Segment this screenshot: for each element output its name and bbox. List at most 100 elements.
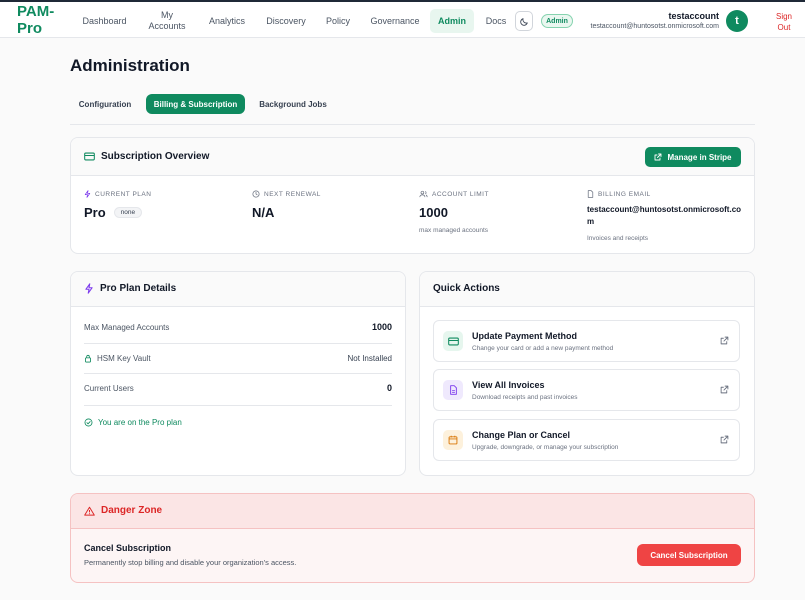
avatar[interactable]: t <box>726 10 748 32</box>
external-link-icon <box>720 385 729 394</box>
update-payment-method-action[interactable]: Update Payment Method Change your card o… <box>433 320 740 362</box>
plan-details-card: Pro Plan Details Max Managed Accounts 10… <box>70 271 406 476</box>
nav-governance[interactable]: Governance <box>364 9 426 33</box>
plan-status: You are on the Pro plan <box>84 418 182 427</box>
lock-icon <box>85 354 91 362</box>
card-header: Pro Plan Details <box>71 272 405 307</box>
action-desc: Change your card or add a new payment me… <box>472 345 614 352</box>
document-icon <box>449 385 457 395</box>
credit-card-icon <box>447 337 459 345</box>
danger-zone-title: Danger Zone <box>84 505 162 516</box>
external-link-icon <box>720 435 729 444</box>
nav-discovery[interactable]: Discovery <box>259 9 313 33</box>
view-invoices-action[interactable]: View All Invoices Download receipts and … <box>433 369 740 411</box>
account-limit-label-text: ACCOUNT LIMIT <box>432 190 489 198</box>
action-desc: Download receipts and past invoices <box>472 394 578 401</box>
theme-toggle-button[interactable] <box>515 11 533 31</box>
calendar-icon <box>448 435 458 445</box>
next-renewal-label: NEXT RENEWAL <box>252 190 321 198</box>
row-value: Not Installed <box>347 353 392 363</box>
lightning-icon <box>85 283 93 294</box>
users-icon <box>419 190 428 198</box>
external-link-icon <box>655 153 662 161</box>
nav-policy[interactable]: Policy <box>320 9 356 33</box>
tab-configuration[interactable]: Configuration <box>70 94 140 114</box>
danger-zone-title-text: Danger Zone <box>101 505 163 516</box>
next-renewal-label-text: NEXT RENEWAL <box>264 190 321 198</box>
tab-background-jobs[interactable]: Background Jobs <box>251 94 335 114</box>
plan-row-hsm: HSM Key Vault Not Installed <box>84 343 392 373</box>
moon-icon <box>519 17 528 26</box>
billing-email-value: testaccount@huntosotst.onmicrosoft.com <box>587 205 742 226</box>
change-plan-action[interactable]: Change Plan or Cancel Upgrade, downgrade… <box>433 419 740 461</box>
card-header: Subscription Overview Manage in Stripe <box>71 138 754 176</box>
row-divider <box>84 405 392 406</box>
plan-row-current-users: Current Users 0 <box>84 373 392 403</box>
subscription-title: Subscription Overview <box>101 151 210 162</box>
page-title: Administration <box>70 56 190 75</box>
current-plan-name: Pro <box>84 205 106 220</box>
current-plan-value: Pro none <box>84 205 151 220</box>
action-icon-wrap <box>443 380 463 400</box>
lightning-icon <box>84 190 91 198</box>
card-title: Subscription Overview <box>84 151 209 162</box>
next-renewal-stat: NEXT RENEWAL N/A <box>252 190 321 220</box>
credit-card-icon <box>84 152 95 161</box>
plan-status-text: You are on the Pro plan <box>98 418 182 427</box>
danger-zone-card: Danger Zone Cancel Subscription Permanen… <box>70 493 755 583</box>
cancel-subscription-title: Cancel Subscription <box>84 543 172 553</box>
quick-actions-title: Quick Actions <box>433 283 500 294</box>
plan-status-badge: none <box>113 207 143 218</box>
manage-in-stripe-button[interactable]: Manage in Stripe <box>645 147 741 167</box>
action-title: Update Payment Method <box>472 331 578 341</box>
manage-in-stripe-label: Manage in Stripe <box>667 152 732 162</box>
card-title: Pro Plan Details <box>84 283 176 294</box>
tab-billing-subscription[interactable]: Billing & Subscription <box>146 94 245 114</box>
account-limit-stat: ACCOUNT LIMIT 1000 max managed accounts <box>419 190 489 235</box>
action-icon-wrap <box>443 430 463 450</box>
row-label: Current Users <box>84 383 134 393</box>
current-plan-label-text: CURRENT PLAN <box>95 190 152 198</box>
plan-row-max-accounts: Max Managed Accounts 1000 <box>84 312 392 342</box>
action-title: Change Plan or Cancel <box>472 430 571 440</box>
current-plan-stat: CURRENT PLAN Pro none <box>84 190 151 220</box>
cancel-subscription-button[interactable]: Cancel Subscription <box>637 544 741 566</box>
account-limit-value: 1000 <box>419 205 448 220</box>
card-header: Quick Actions <box>420 272 754 307</box>
external-link-icon <box>720 336 729 345</box>
row-label: HSM Key Vault <box>97 353 151 363</box>
app-logo[interactable]: PAM-Pro <box>17 3 57 37</box>
billing-email-label-text: BILLING EMAIL <box>598 190 651 198</box>
row-value: 0 <box>386 383 392 393</box>
action-desc: Upgrade, downgrade, or manage your subsc… <box>472 444 619 451</box>
billing-email-stat: BILLING EMAIL testaccount@huntosotst.onm… <box>587 190 747 242</box>
tabs-divider <box>70 124 755 125</box>
nav-dashboard[interactable]: Dashboard <box>77 9 132 33</box>
nav-admin[interactable]: Admin <box>430 9 474 33</box>
nav-my-accounts[interactable]: My Accounts <box>143 9 191 33</box>
next-renewal-value: N/A <box>252 205 275 220</box>
warning-icon <box>84 506 95 516</box>
cancel-subscription-desc: Permanently stop billing and disable you… <box>84 558 297 567</box>
check-circle-icon <box>84 418 93 427</box>
billing-email-label: BILLING EMAIL <box>587 190 747 198</box>
danger-zone-header: Danger Zone <box>71 494 754 529</box>
row-label: Max Managed Accounts <box>84 322 170 332</box>
document-icon <box>587 190 594 198</box>
action-title: View All Invoices <box>472 380 545 390</box>
nav-analytics[interactable]: Analytics <box>202 9 252 33</box>
plan-details-title: Pro Plan Details <box>100 283 177 294</box>
clock-icon <box>252 190 260 198</box>
role-badge: Admin <box>541 14 573 28</box>
account-limit-label: ACCOUNT LIMIT <box>419 190 489 198</box>
current-plan-label: CURRENT PLAN <box>84 190 151 198</box>
billing-email-sub: Invoices and receipts <box>587 235 649 242</box>
account-limit-sub: max managed accounts <box>419 227 489 234</box>
row-label-wrap: HSM Key Vault <box>84 354 151 363</box>
sign-out-link[interactable]: Sign Out <box>769 11 799 33</box>
user-email: testaccount@huntosotst.onmicrosoft.com <box>590 23 720 30</box>
nav-docs[interactable]: Docs <box>481 9 511 33</box>
action-icon-wrap <box>443 331 463 351</box>
subscription-overview-card: Subscription Overview Manage in Stripe C… <box>70 137 755 254</box>
quick-actions-card: Quick Actions Update Payment Method Chan… <box>419 271 755 476</box>
